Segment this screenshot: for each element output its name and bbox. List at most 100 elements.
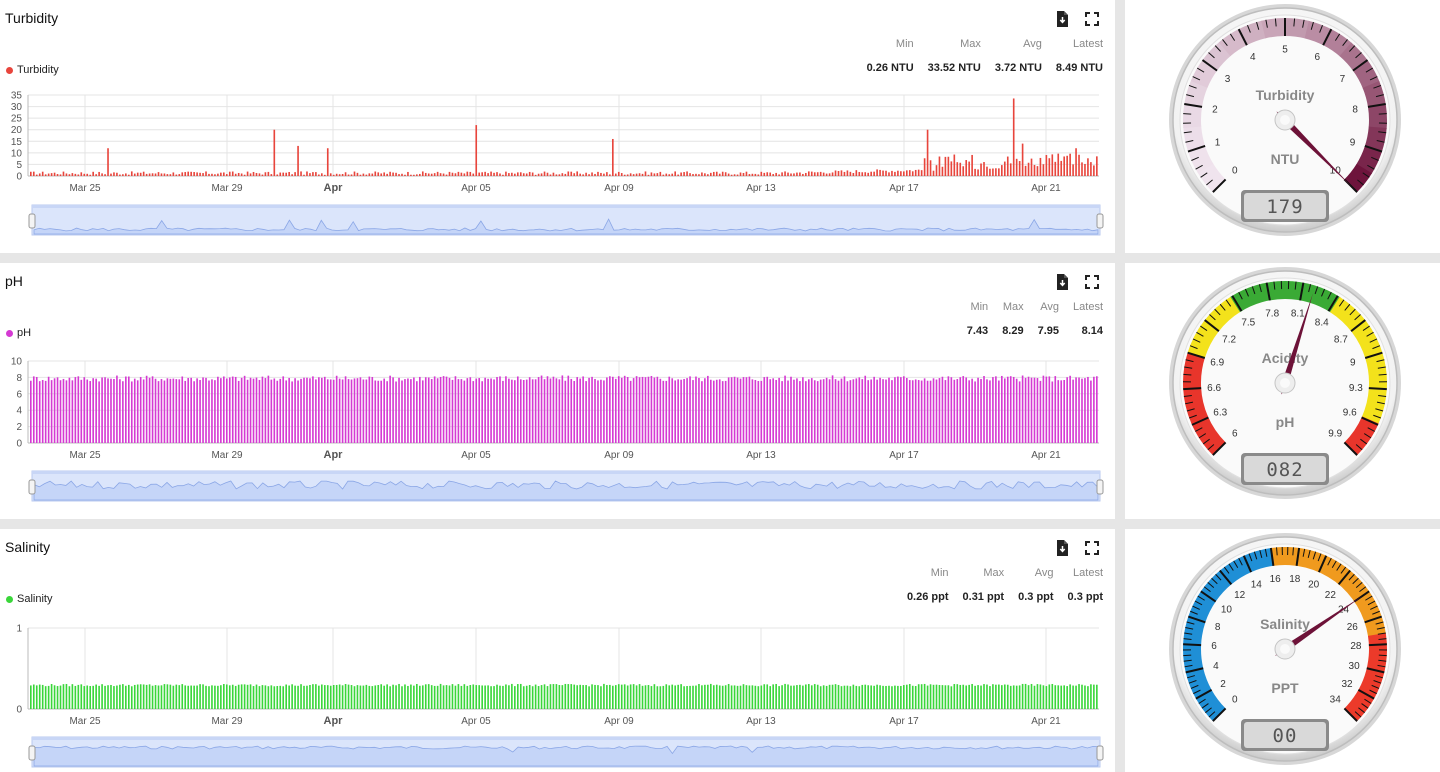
bar xyxy=(564,683,567,709)
bar xyxy=(1021,375,1024,443)
bar xyxy=(594,378,596,443)
bar xyxy=(362,173,365,176)
bar xyxy=(561,375,564,443)
turbidity-bar-chart[interactable]: 35302520151050 Mar 25 Mar 29 Apr Apr 05 Apr 0… xyxy=(0,0,1115,253)
bar xyxy=(903,171,905,176)
bar xyxy=(885,685,887,709)
bar xyxy=(712,171,715,176)
bar xyxy=(338,174,341,176)
gauge-tick-label: 7 xyxy=(1340,74,1346,85)
bar xyxy=(882,379,884,443)
bar xyxy=(279,685,282,709)
bar xyxy=(273,378,276,443)
bar xyxy=(243,375,246,443)
navigator-handle-right[interactable] xyxy=(1096,479,1104,495)
navigator-handle-left[interactable] xyxy=(28,213,36,229)
bar xyxy=(825,173,828,176)
bar xyxy=(537,173,540,176)
bar xyxy=(407,171,409,176)
bar xyxy=(433,685,436,709)
bar xyxy=(626,174,629,176)
gauge-tick-label: 20 xyxy=(1308,580,1320,591)
bar xyxy=(83,377,86,443)
bar xyxy=(582,376,584,443)
y-tick-label: 15 xyxy=(11,137,23,148)
bar xyxy=(965,377,968,443)
bar xyxy=(398,174,400,176)
bar xyxy=(1012,376,1015,443)
bar xyxy=(237,380,240,443)
bar xyxy=(190,171,192,176)
bar xyxy=(383,685,385,709)
bar xyxy=(107,148,109,176)
bar xyxy=(451,379,454,443)
bar xyxy=(555,174,558,176)
bar xyxy=(89,381,92,443)
bar xyxy=(591,684,593,709)
navigator-handle-left[interactable] xyxy=(28,745,36,761)
navigator-handle-left[interactable] xyxy=(28,479,36,495)
x-tick-label: Apr 17 xyxy=(889,183,919,194)
bar xyxy=(757,174,760,176)
bar xyxy=(32,376,35,443)
bar xyxy=(775,379,777,443)
bar xyxy=(484,171,486,176)
bar xyxy=(279,378,282,443)
bar xyxy=(499,685,501,709)
bar xyxy=(234,376,237,443)
bar xyxy=(677,174,679,176)
bar xyxy=(579,173,581,176)
bar xyxy=(77,174,80,176)
navigator-scrollbar[interactable] xyxy=(32,205,1100,208)
navigator-scrollbar[interactable] xyxy=(32,737,1100,740)
bar xyxy=(101,377,103,443)
bar xyxy=(929,684,932,709)
bar xyxy=(101,684,103,709)
gauge-tick-label: 0 xyxy=(1232,166,1238,177)
bar xyxy=(148,377,151,443)
gauge-tick-label: 9.6 xyxy=(1343,408,1357,419)
bar xyxy=(923,683,926,709)
gauge-tick xyxy=(1378,373,1387,376)
bar xyxy=(190,377,192,443)
bar xyxy=(698,378,700,443)
gauge-tick-label: 7.2 xyxy=(1222,335,1236,346)
bar xyxy=(834,379,837,443)
bar xyxy=(136,380,139,443)
bar xyxy=(451,684,454,709)
navigator-scrollbar[interactable] xyxy=(32,471,1100,474)
salinity-bar-chart[interactable]: 1 0 Mar 25 Mar 29 Apr Apr 05 Apr 09 Apr 13 Apr 1… xyxy=(0,529,1115,772)
gauge-tick-label: 7.8 xyxy=(1265,309,1279,320)
bar xyxy=(995,376,997,443)
bar xyxy=(264,172,267,176)
bar xyxy=(107,685,109,709)
bar xyxy=(742,172,745,176)
bar xyxy=(383,172,385,176)
bar xyxy=(567,171,570,176)
bar xyxy=(974,685,976,709)
gauge-tick-label: 6 xyxy=(1232,429,1238,440)
bar xyxy=(1051,154,1054,176)
bar xyxy=(92,685,94,709)
bar xyxy=(905,170,908,176)
bar xyxy=(727,683,730,709)
navigator-handle-right[interactable] xyxy=(1096,213,1104,229)
bar xyxy=(205,171,207,176)
bar xyxy=(674,685,676,709)
bar xyxy=(540,173,543,176)
bar xyxy=(614,378,617,443)
navigator-handle-right[interactable] xyxy=(1096,745,1104,761)
bar xyxy=(353,171,356,176)
bar xyxy=(460,685,463,709)
bar xyxy=(490,378,492,443)
bar xyxy=(698,174,700,176)
bar xyxy=(65,380,68,443)
turbidity-gauge-panel: 012345678910TurbidityNTU179 xyxy=(1125,0,1440,253)
ph-bar-chart[interactable]: 10 8 6 4 2 0 Mar 25 Mar 29 Apr Apr 05 Apr 09 Apr 13… xyxy=(0,263,1115,519)
bar xyxy=(543,684,546,709)
bar xyxy=(231,684,234,709)
bar xyxy=(371,686,374,709)
bar xyxy=(1030,377,1033,443)
bar xyxy=(867,172,870,176)
bar xyxy=(478,685,481,709)
